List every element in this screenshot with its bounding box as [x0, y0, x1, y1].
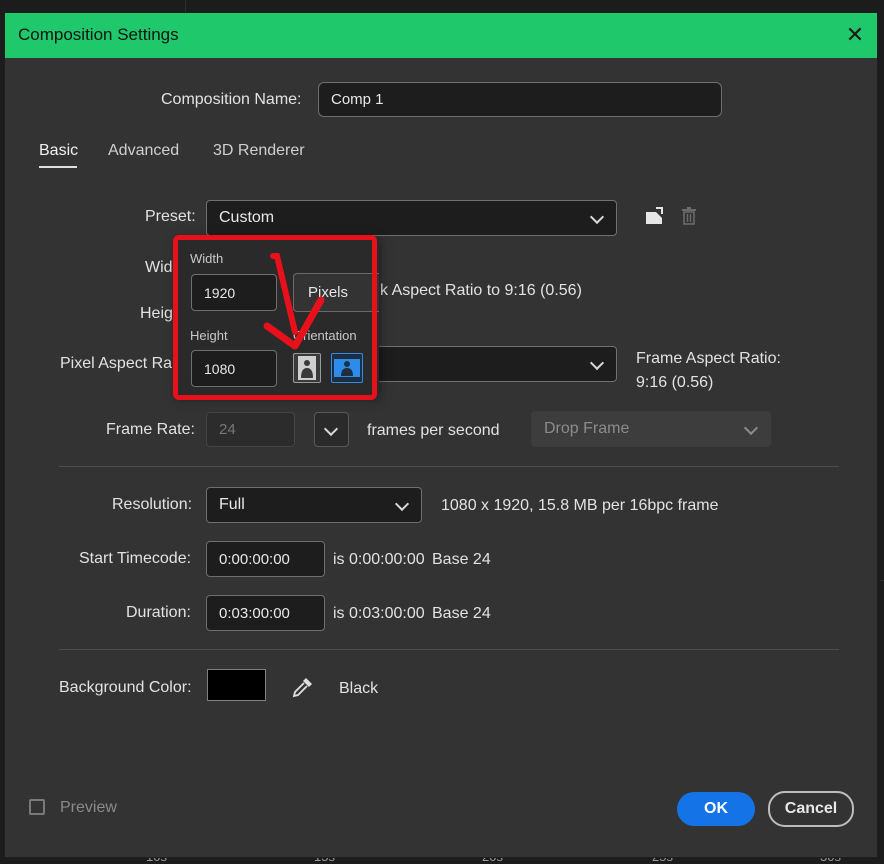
- preset-label: Preset:: [145, 208, 196, 225]
- preview-checkbox[interactable]: [29, 799, 45, 815]
- close-icon[interactable]: ✕: [843, 23, 867, 47]
- frame-aspect-ratio-label: Frame Aspect Ratio:: [636, 350, 781, 367]
- resolution-label: Resolution:: [112, 496, 193, 513]
- duration-value: 0:03:00:00: [219, 604, 290, 622]
- annotation-arrow-icon: [263, 253, 325, 350]
- divider: [59, 466, 839, 467]
- start-timecode-label: Start Timecode:: [79, 550, 192, 567]
- tab-advanced[interactable]: Advanced: [108, 142, 179, 160]
- popup-height-value: 1080: [204, 360, 236, 377]
- composition-name-value: Comp 1: [331, 91, 384, 108]
- background-color-swatch[interactable]: [207, 669, 266, 701]
- background-color-name: Black: [339, 680, 379, 697]
- duration-label: Duration:: [126, 604, 191, 621]
- preset-value: Custom: [219, 209, 275, 226]
- frames-per-second-label: frames per second: [367, 422, 500, 439]
- frame-aspect-ratio-value: 9:16 (0.56): [636, 374, 714, 391]
- chevron-down-icon: [743, 420, 759, 436]
- composition-settings-dialog: Composition Settings ✕ Composition Name:…: [4, 12, 878, 858]
- chevron-down-icon: [589, 209, 605, 225]
- tab-basic-underline: [39, 166, 77, 168]
- frame-rate-label: Frame Rate:: [106, 421, 195, 438]
- popup-height-input[interactable]: 1080: [191, 350, 277, 387]
- portrait-orientation-button[interactable]: [293, 353, 321, 383]
- composition-name-label: Composition Name:: [161, 91, 302, 108]
- landscape-orientation-button[interactable]: [331, 353, 363, 383]
- tab-3d-renderer[interactable]: 3D Renderer: [213, 142, 305, 160]
- new-preset-icon[interactable]: [644, 206, 664, 226]
- chevron-down-icon: [589, 355, 605, 371]
- duration-base: Base 24: [432, 605, 491, 622]
- timeline-gridline: [185, 0, 186, 12]
- start-timecode-is: is 0:00:00:00: [333, 551, 425, 568]
- pixel-aspect-ratio-label: Pixel Aspect Ra: [60, 355, 173, 372]
- trash-icon[interactable]: [681, 207, 697, 225]
- frame-rate-dropdown[interactable]: [314, 412, 349, 447]
- start-timecode-base: Base 24: [432, 551, 491, 568]
- ok-button[interactable]: OK: [677, 792, 755, 826]
- background-color-label: Background Color:: [59, 679, 192, 696]
- duration-input[interactable]: 0:03:00:00: [206, 595, 325, 631]
- drop-frame-value: Drop Frame: [544, 420, 630, 437]
- popup-height-label: Height: [190, 328, 228, 343]
- chevron-down-icon: [323, 421, 339, 437]
- composition-name-input[interactable]: Comp 1: [318, 82, 722, 117]
- width-label: Wid: [145, 259, 173, 276]
- preset-dropdown[interactable]: Custom: [206, 200, 617, 236]
- eyedropper-icon[interactable]: [292, 676, 314, 698]
- drop-frame-dropdown[interactable]: Drop Frame: [531, 411, 771, 447]
- portrait-orientation-icon: [298, 356, 316, 380]
- tab-basic[interactable]: Basic: [39, 142, 78, 160]
- pixel-aspect-ratio-dropdown[interactable]: [375, 346, 617, 382]
- height-label: Heig: [140, 305, 173, 322]
- preview-label: Preview: [60, 799, 117, 816]
- divider: [59, 649, 839, 650]
- cancel-button[interactable]: Cancel: [768, 791, 854, 827]
- landscape-orientation-icon: [334, 359, 360, 377]
- resolution-info: 1080 x 1920, 15.8 MB per 16bpc frame: [441, 497, 719, 514]
- frame-rate-value: 24: [219, 421, 236, 438]
- timeline-gridline: [880, 580, 884, 581]
- start-timecode-value: 0:00:00:00: [219, 550, 290, 568]
- chevron-down-icon: [394, 496, 410, 512]
- dialog-title: Composition Settings: [18, 25, 179, 44]
- dialog-titlebar: Composition Settings ✕: [5, 13, 877, 58]
- resolution-dropdown[interactable]: Full: [206, 487, 422, 523]
- frame-rate-input[interactable]: 24: [206, 412, 295, 447]
- start-timecode-input[interactable]: 0:00:00:00: [206, 541, 325, 577]
- popup-width-label: Width: [190, 251, 224, 266]
- lock-aspect-ratio-label: k Aspect Ratio to 9:16 (0.56): [380, 282, 582, 299]
- resolution-value: Full: [219, 496, 245, 513]
- popup-width-value: 1920: [204, 284, 236, 301]
- duration-is: is 0:03:00:00: [333, 605, 425, 622]
